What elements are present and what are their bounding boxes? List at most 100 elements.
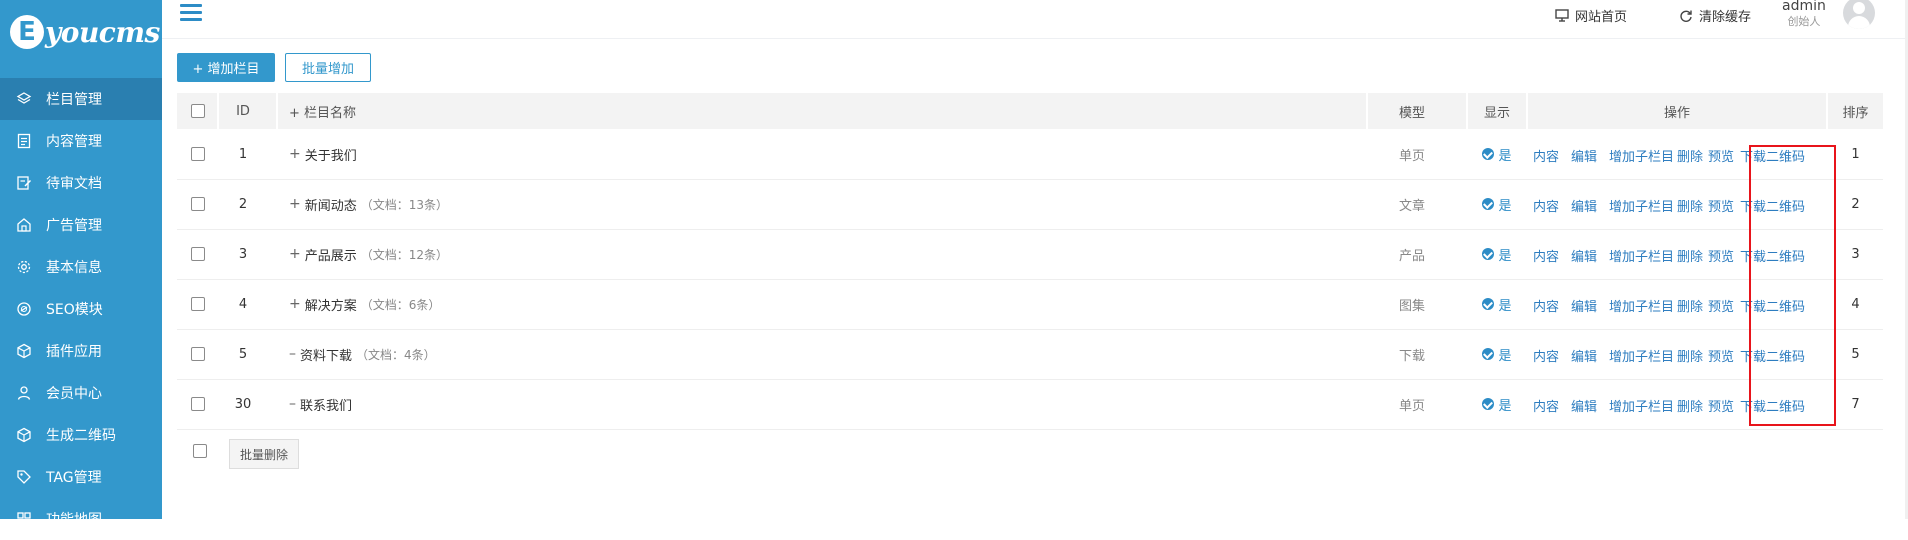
site-home-link[interactable]: 网站首页	[1555, 6, 1627, 25]
sidebar-item-6[interactable]: 插件应用	[0, 330, 162, 372]
col-name[interactable]: + 栏目名称	[289, 93, 356, 129]
category-name: 产品展示	[304, 248, 357, 264]
category-name: 联系我们	[300, 398, 353, 414]
bottom-select-all-checkbox[interactable]	[193, 444, 207, 458]
action-link-3[interactable]: 删除	[1677, 396, 1703, 415]
action-link-2[interactable]: 增加子栏目	[1609, 396, 1674, 415]
row-display-cell: 是	[1468, 329, 1526, 379]
action-link-0[interactable]: 内容	[1533, 146, 1559, 165]
user-info[interactable]: admin 创始人	[1782, 0, 1826, 30]
action-link-4[interactable]: 预览	[1708, 196, 1734, 215]
display-status[interactable]: 是	[1482, 395, 1512, 414]
action-link-2[interactable]: 增加子栏目	[1609, 246, 1674, 265]
row-display-cell: 是	[1468, 179, 1526, 229]
action-link-1[interactable]: 编辑	[1571, 146, 1597, 165]
category-name: 新闻动态	[304, 198, 357, 214]
sidebar-item-8[interactable]: 生成二维码	[0, 414, 162, 456]
action-link-1[interactable]: 编辑	[1571, 396, 1597, 415]
action-link-4[interactable]: 预览	[1708, 146, 1734, 165]
sidebar-item-4[interactable]: 基本信息	[0, 246, 162, 288]
action-link-3[interactable]: 删除	[1677, 246, 1703, 265]
row-checkbox[interactable]	[191, 397, 205, 411]
layers-icon	[16, 91, 32, 107]
add-category-button[interactable]: + 增加栏目	[177, 53, 275, 82]
display-status[interactable]: 是	[1482, 345, 1512, 364]
category-name: 关于我们	[304, 148, 357, 164]
row-display-cell: 是	[1468, 379, 1526, 429]
gear-icon	[16, 259, 32, 275]
row-checkbox[interactable]	[191, 247, 205, 261]
row-select-cell	[191, 329, 205, 379]
ad-icon	[16, 217, 32, 233]
action-link-3[interactable]: 删除	[1677, 146, 1703, 165]
action-link-4[interactable]: 预览	[1708, 296, 1734, 315]
action-link-1[interactable]: 编辑	[1571, 296, 1597, 315]
sidebar-item-10[interactable]: 功能地图	[0, 498, 162, 540]
display-label: 是	[1498, 298, 1512, 314]
action-link-0[interactable]: 内容	[1533, 196, 1559, 215]
expand-toggle[interactable]: +	[289, 296, 301, 312]
logo-mark: E	[10, 15, 44, 49]
logo[interactable]: E youcms	[0, 0, 162, 64]
expand-toggle[interactable]: –	[289, 346, 296, 362]
row-select-cell	[191, 129, 205, 179]
display-status[interactable]: 是	[1482, 195, 1512, 214]
row-checkbox[interactable]	[191, 197, 205, 211]
select-all-checkbox[interactable]	[191, 104, 205, 118]
action-link-2[interactable]: 增加子栏目	[1609, 146, 1674, 165]
action-link-1[interactable]: 编辑	[1571, 346, 1597, 365]
expand-toggle[interactable]: +	[289, 246, 301, 262]
row-id: 4	[238, 296, 248, 312]
action-link-0[interactable]: 内容	[1533, 346, 1559, 365]
batch-select-cell	[193, 444, 207, 458]
sidebar-item-1[interactable]: 内容管理	[0, 120, 162, 162]
row-checkbox[interactable]	[191, 147, 205, 161]
clear-cache-link[interactable]: 清除缓存	[1679, 6, 1751, 25]
action-link-4[interactable]: 预览	[1708, 246, 1734, 265]
sidebar-item-9[interactable]: TAG管理	[0, 456, 162, 498]
sidebar-item-3[interactable]: 广告管理	[0, 204, 162, 246]
expand-toggle[interactable]: –	[289, 396, 296, 412]
sidebar-item-5[interactable]: SEO模块	[0, 288, 162, 330]
sidebar-item-2[interactable]: 待审文档	[0, 162, 162, 204]
menu-toggle-icon[interactable]	[180, 4, 202, 24]
action-link-3[interactable]: 删除	[1677, 346, 1703, 365]
row-checkbox[interactable]	[191, 347, 205, 361]
display-label: 是	[1498, 248, 1512, 264]
action-link-2[interactable]: 增加子栏目	[1609, 196, 1674, 215]
batch-add-button[interactable]: 批量增加	[285, 53, 371, 82]
expand-toggle[interactable]: +	[289, 146, 301, 162]
action-link-4[interactable]: 预览	[1708, 346, 1734, 365]
sidebar-item-7[interactable]: 会员中心	[0, 372, 162, 414]
action-link-0[interactable]: 内容	[1533, 396, 1559, 415]
row-sort: 1	[1851, 146, 1860, 162]
sidebar-item-label: 栏目管理	[46, 92, 102, 108]
display-status[interactable]: 是	[1482, 295, 1512, 314]
category-name: 解决方案	[304, 298, 357, 314]
row-id: 2	[238, 196, 248, 212]
sidebar-item-label: 会员中心	[46, 386, 102, 402]
check-circle-icon	[1482, 298, 1495, 310]
doc-count: （文档：13条）	[360, 197, 449, 212]
row-select-cell	[191, 179, 205, 229]
action-link-2[interactable]: 增加子栏目	[1609, 296, 1674, 315]
display-label: 是	[1498, 148, 1512, 164]
row-checkbox[interactable]	[191, 297, 205, 311]
check-circle-icon	[1482, 148, 1495, 160]
action-link-3[interactable]: 删除	[1677, 296, 1703, 315]
action-link-0[interactable]: 内容	[1533, 296, 1559, 315]
action-link-1[interactable]: 编辑	[1571, 246, 1597, 265]
action-link-3[interactable]: 删除	[1677, 196, 1703, 215]
batch-delete-button[interactable]: 批量删除	[229, 439, 299, 469]
action-link-2[interactable]: 增加子栏目	[1609, 346, 1674, 365]
expand-toggle[interactable]: +	[289, 196, 301, 212]
sidebar-item-0[interactable]: 栏目管理	[0, 78, 162, 120]
display-status[interactable]: 是	[1482, 245, 1512, 264]
action-link-1[interactable]: 编辑	[1571, 196, 1597, 215]
display-status[interactable]: 是	[1482, 145, 1512, 164]
action-link-4[interactable]: 预览	[1708, 396, 1734, 415]
col-model: 模型	[1398, 105, 1425, 121]
table-row: 5– 资料下载 （文档：4条） 下载是内容 编辑 增加子栏目 删除 预览 下载二维码 5	[177, 329, 1883, 380]
action-link-0[interactable]: 内容	[1533, 246, 1559, 265]
table-row: 1 + 关于我们 单页是内容 编辑 增加子栏目 删除 预览 下载二维码 1	[177, 129, 1883, 180]
